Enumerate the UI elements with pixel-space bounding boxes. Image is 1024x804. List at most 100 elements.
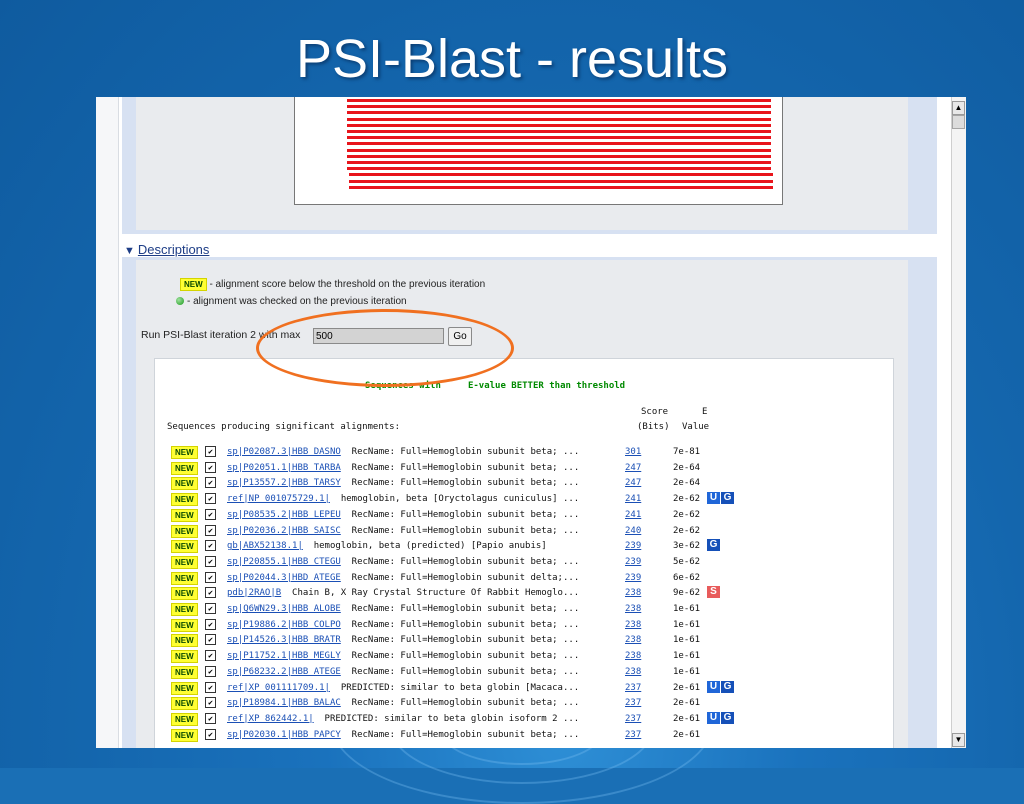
score-link[interactable]: 239 <box>625 557 641 567</box>
scroll-down-arrow-icon[interactable]: ▼ <box>952 733 965 747</box>
select-checkbox[interactable]: ✔ <box>205 446 216 457</box>
table-row: NEW ✔ sp|Q6WN29.3|HBB_ALOBE RecName: Full=H… <box>155 603 893 619</box>
accession-link[interactable]: sp|P08535.2|HBB_LEPEU <box>227 510 341 520</box>
accession-link[interactable]: sp|P02051.1|HBB_TARBA <box>227 463 341 473</box>
alignment-hit-line <box>347 142 771 146</box>
score-link[interactable]: 237 <box>625 698 641 708</box>
table-row: NEW ✔ sp|P20855.1|HBB_CTEGU RecName: Full=H… <box>155 555 893 572</box>
table-row: NEW ✔ sp|P18984.1|HBB_BALAC RecName: Full=H… <box>155 697 893 713</box>
select-checkbox[interactable]: ✔ <box>205 650 216 662</box>
unigene-link-icon[interactable]: U <box>707 680 720 693</box>
structure-link-icon[interactable]: S <box>707 586 720 599</box>
score-link[interactable]: 247 <box>625 463 641 473</box>
new-badge: NEW <box>171 618 198 632</box>
vertical-scrollbar[interactable]: ▲ ▼ <box>951 97 966 748</box>
descriptions-header[interactable]: ▼ Descriptions <box>124 242 209 257</box>
score-link[interactable]: 240 <box>625 526 641 536</box>
alignment-hit-line <box>347 136 771 140</box>
scroll-up-arrow-icon[interactable]: ▲ <box>952 101 965 115</box>
accession-link[interactable]: sp|P19886.2|HBB_COLPO <box>227 620 341 630</box>
select-checkbox[interactable]: ✔ <box>205 728 216 740</box>
score-link[interactable]: 241 <box>625 494 641 504</box>
accession-link[interactable]: sp|P14526.3|HBB_BRATR <box>227 635 341 645</box>
accession-link[interactable]: sp|Q6WN29.3|HBB_ALOBE <box>227 604 341 614</box>
accession-link[interactable]: ref|XP_001111709.1| <box>227 683 330 693</box>
new-badge: NEW <box>171 697 198 711</box>
select-checkbox[interactable]: ✔ <box>205 697 216 709</box>
triangle-down-icon: ▼ <box>124 245 135 257</box>
accession-link[interactable]: sp|P02030.1|HBB_PAPCY <box>227 730 341 740</box>
table-row: NEW ✔ gb|ABX52138.1| hemoglobin, beta (pred… <box>155 539 893 556</box>
score-link[interactable]: 239 <box>625 573 641 583</box>
accession-link[interactable]: gb|ABX52138.1| <box>227 541 303 551</box>
select-checkbox[interactable]: ✔ <box>205 493 216 505</box>
score-link[interactable]: 238 <box>625 651 641 661</box>
sequence-description: PREDICTED: similar to beta globin [Macac… <box>340 682 580 693</box>
select-checkbox[interactable]: ✔ <box>205 555 216 567</box>
score-link[interactable]: 238 <box>625 588 641 598</box>
alignment-hit-line <box>347 167 771 171</box>
accession-link[interactable]: sp|P20855.1|HBB_CTEGU <box>227 557 341 567</box>
select-checkbox[interactable]: ✔ <box>205 587 216 599</box>
accession-link[interactable]: ref|NP_001075729.1| <box>227 494 330 504</box>
e-value: 6e-62 <box>673 572 701 583</box>
alignment-hit-line <box>347 123 771 127</box>
accession-link[interactable]: sp|P68232.2|HBB_ATEGE <box>227 667 341 677</box>
accession-link[interactable]: ref|XP_862442.1| <box>227 714 314 724</box>
select-checkbox[interactable]: ✔ <box>205 540 216 552</box>
gene-link-icon[interactable]: G <box>721 492 734 505</box>
score-link[interactable]: 237 <box>625 714 641 724</box>
accession-link[interactable]: sp|P02087.3|HBB_DASNO <box>227 447 341 457</box>
gene-link-icon[interactable]: G <box>721 680 734 693</box>
accession-link[interactable]: sp|P18984.1|HBB_BALAC <box>227 698 341 708</box>
header-value: Value <box>682 422 710 432</box>
e-value: 1e-61 <box>673 651 701 662</box>
select-checkbox[interactable]: ✔ <box>205 681 216 693</box>
table-row: NEW ✔ sp|P08535.2|HBB_LEPEU RecName: Full=H… <box>155 508 893 525</box>
accession-link[interactable]: pdb|2RAO|B <box>227 588 281 598</box>
new-badge: NEW <box>171 587 198 601</box>
score-link[interactable]: 238 <box>625 635 641 645</box>
score-link[interactable]: 237 <box>625 683 641 693</box>
scrollbar-thumb[interactable] <box>952 115 965 129</box>
legend-new: NEW - alignment score below the threshol… <box>180 278 485 291</box>
select-checkbox[interactable]: ✔ <box>205 603 216 614</box>
unigene-link-icon[interactable]: U <box>707 492 720 505</box>
select-checkbox[interactable]: ✔ <box>205 634 216 646</box>
alignment-hit-line <box>347 105 771 109</box>
gene-link-icon[interactable]: G <box>721 711 734 724</box>
accession-link[interactable]: sp|P13557.2|HBB_TARSY <box>227 478 341 488</box>
sequence-description: RecName: Full=Hemoglobin subunit beta; .… <box>351 635 580 646</box>
select-checkbox[interactable]: ✔ <box>205 524 216 536</box>
accession-link[interactable]: sp|P11752.1|HBB_MEGLY <box>227 651 341 661</box>
descriptions-link[interactable]: Descriptions <box>138 242 210 257</box>
unigene-link-icon[interactable]: U <box>707 711 720 724</box>
alignment-hit-line <box>347 99 771 102</box>
score-link[interactable]: 238 <box>625 604 641 614</box>
sequence-description: RecName: Full=Hemoglobin subunit delta;.… <box>351 572 580 583</box>
table-row: NEW ✔ sp|P02036.2|HBB_SAISC RecName: Full=H… <box>155 524 893 541</box>
score-link[interactable]: 301 <box>625 447 641 457</box>
select-checkbox[interactable]: ✔ <box>205 461 216 473</box>
new-badge: NEW <box>171 603 198 616</box>
score-link[interactable]: 239 <box>625 541 641 551</box>
select-checkbox[interactable]: ✔ <box>205 508 216 520</box>
gene-link-icon[interactable]: G <box>707 539 720 552</box>
alignment-hit-line <box>347 130 771 133</box>
select-checkbox[interactable]: ✔ <box>205 477 216 489</box>
select-checkbox[interactable]: ✔ <box>205 712 216 724</box>
score-link[interactable]: 238 <box>625 620 641 630</box>
score-link[interactable]: 237 <box>625 730 641 740</box>
new-badge: NEW <box>171 461 198 475</box>
green-dot-icon <box>176 297 184 306</box>
accession-link[interactable]: sp|P02036.2|HBB_SAISC <box>227 526 341 536</box>
new-badge: NEW <box>171 477 198 491</box>
table-row: NEW ✔ sp|P02030.1|HBB_PAPCY RecName: Full=H… <box>155 728 893 745</box>
score-link[interactable]: 238 <box>625 667 641 677</box>
score-link[interactable]: 247 <box>625 478 641 488</box>
score-link[interactable]: 241 <box>625 510 641 520</box>
select-checkbox[interactable]: ✔ <box>205 665 216 677</box>
select-checkbox[interactable]: ✔ <box>205 571 216 583</box>
select-checkbox[interactable]: ✔ <box>205 618 216 630</box>
accession-link[interactable]: sp|P02044.3|HBD_ATEGE <box>227 573 341 583</box>
